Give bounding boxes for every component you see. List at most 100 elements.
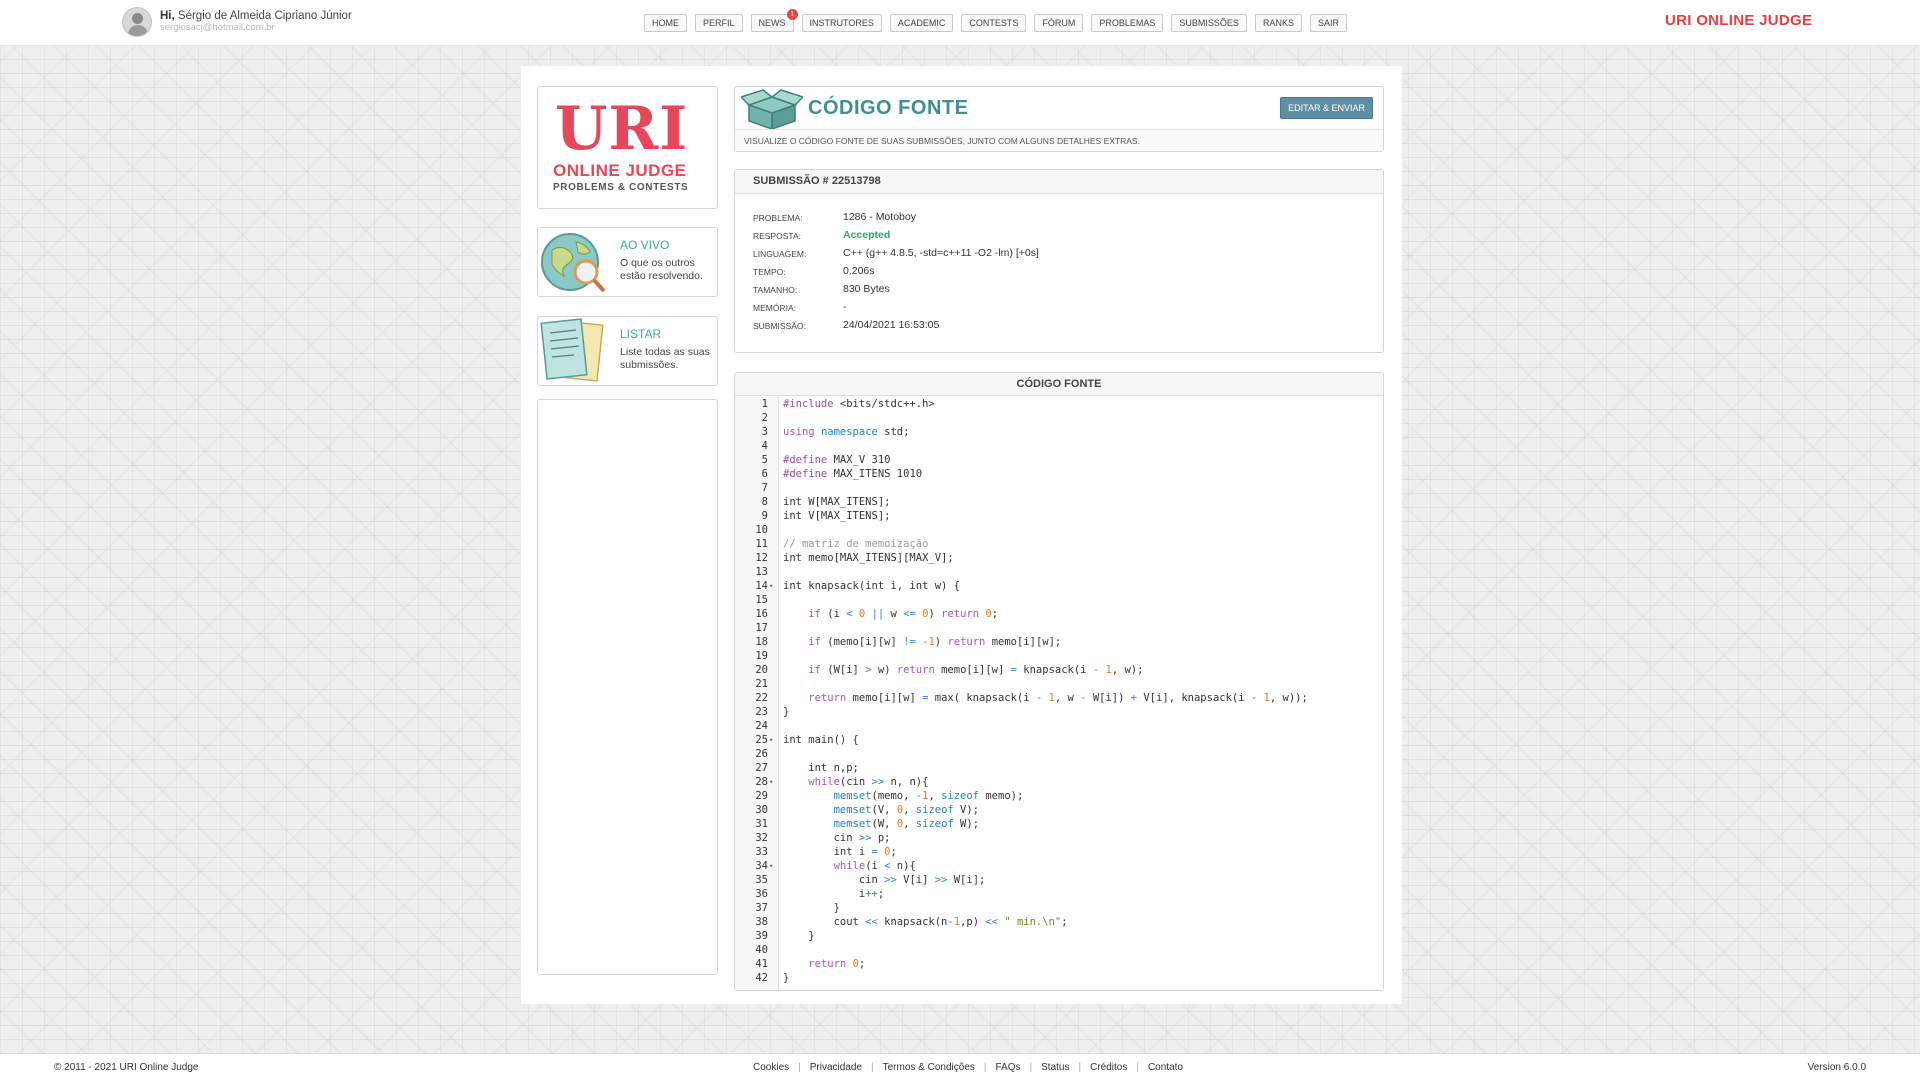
code-line: 29 memset(memo, -1, sizeof memo); xyxy=(735,789,1383,803)
line-number: 37 xyxy=(755,902,768,914)
line-number: 13 xyxy=(755,566,768,578)
notification-badge: 1 xyxy=(786,9,798,20)
field-label: TAMANHO: xyxy=(753,285,798,295)
code-text: #define MAX_ITENS 1010 xyxy=(783,468,923,480)
greeting: Hi, xyxy=(160,10,175,22)
line-number: 36 xyxy=(755,888,768,900)
link-separator: | xyxy=(1078,1062,1082,1073)
code-line: 35 cin >> V[i] >> W[i]; xyxy=(735,873,1383,887)
nav-academic-button[interactable]: ACADEMIC xyxy=(889,14,954,32)
code-line: 1 #include <bits/stdc++.h> xyxy=(735,397,1383,411)
fold-arrow-icon[interactable]: ▾ xyxy=(769,859,773,873)
avatar[interactable] xyxy=(122,7,152,37)
submission-field-row: MEMÓRIA: - xyxy=(753,300,1373,318)
nav-problemas-button[interactable]: PROBLEMAS xyxy=(1091,14,1164,32)
field-value: 1286 - Motoboy xyxy=(843,211,916,223)
page-header-panel: CÓDIGO FONTE EDITAR & ENVIAR VISUALIZE O… xyxy=(734,86,1384,152)
site-logo[interactable]: URI ONLINE JUDGE PROBLEMS & CONTESTS xyxy=(537,86,718,209)
code-line: 25 ▾ int main() { xyxy=(735,733,1383,747)
code-text: int n,p; xyxy=(783,762,859,774)
nav-contests-button[interactable]: CONTESTS xyxy=(961,14,1027,32)
code-line: 30 memset(V, 0, sizeof V); xyxy=(735,803,1383,817)
code-editor[interactable]: 1 #include <bits/stdc++.h> 2 3 using namespa… xyxy=(735,397,1383,985)
fold-arrow-icon[interactable]: ▾ xyxy=(769,775,773,789)
link-separator: | xyxy=(871,1062,874,1073)
code-panel: CÓDIGO FONTE 1 #include <bits/stdc++.h> 2 3… xyxy=(734,372,1384,991)
footer-link-3[interactable]: Termos & Condições xyxy=(883,1062,975,1073)
code-line: 24 xyxy=(735,719,1383,733)
nav-label: FÓRUM xyxy=(1042,18,1076,28)
list-card[interactable]: LISTAR Liste todas as suas submissões. xyxy=(537,316,718,386)
nav-submiss-es-button[interactable]: SUBMISSÕES xyxy=(1171,14,1247,32)
line-number: 19 xyxy=(755,650,768,662)
footer-link-2[interactable]: Privacidade xyxy=(810,1062,862,1073)
fold-arrow-icon[interactable]: ▾ xyxy=(769,579,773,593)
nav-label: CONTESTS xyxy=(969,18,1019,28)
fold-arrow-icon[interactable]: ▾ xyxy=(769,733,773,747)
code-line: 32 cin >> p; xyxy=(735,831,1383,845)
line-number: 32 xyxy=(755,832,768,844)
field-value: - xyxy=(843,301,847,313)
code-line: 31 memset(W, 0, sizeof W); xyxy=(735,817,1383,831)
top-bar: Hi, Sérgio de Almeida Cipriano Júnior se… xyxy=(0,0,1920,46)
nav-label: SAIR xyxy=(1317,18,1339,28)
nav-f-rum-button[interactable]: FÓRUM xyxy=(1034,14,1084,32)
brand-title[interactable]: URI ONLINE JUDGE xyxy=(1665,12,1812,29)
line-number: 21 xyxy=(755,678,768,690)
code-line: 7 xyxy=(735,481,1383,495)
footer-links: Cookies | Privacidade | Termos & Condições | F… xyxy=(753,1062,1183,1073)
nav-sair-button[interactable]: SAIR xyxy=(1309,14,1347,32)
submission-field-row: RESPOSTA: Accepted xyxy=(753,228,1373,246)
user-info[interactable]: Hi, Sérgio de Almeida Cipriano Júnior se… xyxy=(122,7,352,37)
code-text: return memo[i][w] = max( knapsack(i - 1,… xyxy=(808,692,1308,704)
line-number: 11 xyxy=(755,538,768,550)
code-text: } xyxy=(783,972,790,984)
nav-label: RANKS xyxy=(1262,18,1294,28)
edit-submit-button[interactable]: EDITAR & ENVIAR xyxy=(1280,97,1373,119)
code-line: 16 if (i < 0 || w <= 0) return 0; xyxy=(735,607,1383,621)
footer-link-4[interactable]: FAQs xyxy=(996,1062,1021,1073)
line-number: 4 xyxy=(761,440,768,452)
logo-uri-text: URI xyxy=(555,94,689,164)
code-line: 20 if (W[i] > w) return memo[i][w] = kna… xyxy=(735,663,1383,677)
code-text: using namespace std; xyxy=(783,426,910,438)
link-separator: | xyxy=(798,1062,801,1073)
nav-home-button[interactable]: HOME xyxy=(644,14,687,32)
code-line: 34 ▾ while(i < n){ xyxy=(735,859,1383,873)
status-accepted: Accepted xyxy=(843,229,891,241)
code-text: } xyxy=(783,902,840,914)
footer-link-6[interactable]: Créditos xyxy=(1090,1062,1127,1073)
footer-link-7[interactable]: Contato xyxy=(1148,1062,1183,1073)
code-text: i++; xyxy=(783,888,885,900)
footer-link-5[interactable]: Status xyxy=(1041,1062,1069,1073)
code-text: memset(memo, -1, sizeof memo); xyxy=(833,790,1024,802)
footer-link-1[interactable]: Cookies xyxy=(753,1062,789,1073)
version: Version 6.0.0 xyxy=(1807,1062,1866,1073)
main-container: URI ONLINE JUDGE PROBLEMS & CONTESTS AO … xyxy=(521,66,1402,1004)
main-nav: HOME PERFIL NEWS 1 INSTRUTORES ACADEMIC CONTES… xyxy=(644,9,1355,32)
code-line: 8 int W[MAX_ITENS]; xyxy=(735,495,1383,509)
link-separator: | xyxy=(1136,1062,1139,1073)
submission-field-row: SUBMISSÃO: 24/04/2021 16:53:05 xyxy=(753,318,1373,336)
code-line: 22 return memo[i][w] = max( knapsack(i -… xyxy=(735,691,1383,705)
field-label: MEMÓRIA: xyxy=(753,303,796,313)
line-number: 3 xyxy=(761,426,768,438)
link-separator: | xyxy=(983,1062,987,1073)
code-line: 41 return 0; xyxy=(735,957,1383,971)
nav-label: INSTRUTORES xyxy=(809,18,874,28)
submission-field-row: LINGUAGEM: C++ (g++ 4.8.5, -std=c++11 -O2… xyxy=(753,246,1373,264)
code-line: 40 xyxy=(735,943,1383,957)
code-header: CÓDIGO FONTE xyxy=(735,373,1383,396)
logo-online-judge-text: ONLINE JUDGE xyxy=(553,161,687,180)
nav-instrutores-button[interactable]: INSTRUTORES xyxy=(801,14,882,32)
live-card[interactable]: AO VIVO O que os outros estão resolvendo… xyxy=(537,227,718,297)
nav-perfil-button[interactable]: PERFIL xyxy=(695,14,743,32)
code-text: while(i < n){ xyxy=(833,860,916,872)
code-text: int V[MAX_ITENS]; xyxy=(783,510,891,522)
nav-news-button[interactable]: NEWS 1 xyxy=(750,9,798,32)
line-number: 42 xyxy=(755,972,768,984)
line-number: 17 xyxy=(755,622,768,634)
nav-ranks-button[interactable]: RANKS xyxy=(1254,14,1302,32)
line-number: 28 xyxy=(755,776,768,788)
code-line: 33 int i = 0; xyxy=(735,845,1383,859)
